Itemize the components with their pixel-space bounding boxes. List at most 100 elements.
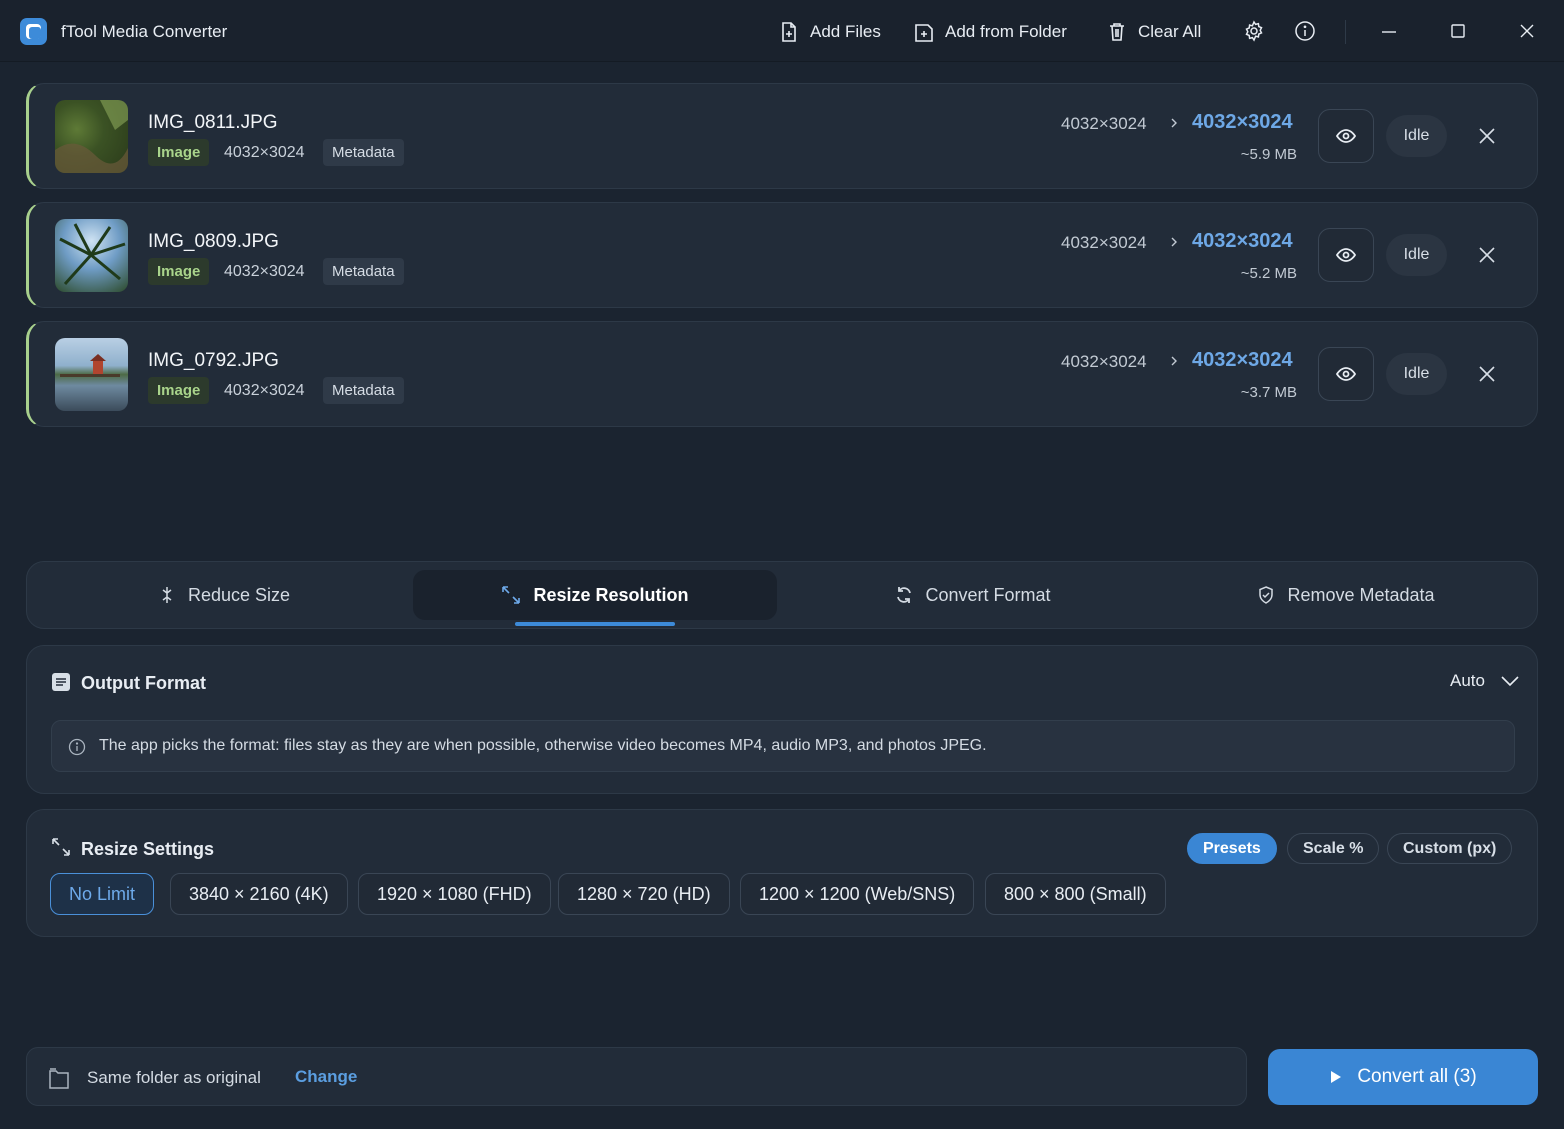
target-resolution: 4032×3024 [1192,349,1293,371]
file-row[interactable]: IMG_0809.JPG Image 4032×3024 Metadata 40… [26,202,1538,308]
preview-button[interactable] [1318,228,1374,282]
tab-resize-resolution[interactable]: Resize Resolution [413,570,777,620]
compress-icon [162,587,172,603]
minimize-icon[interactable] [1379,21,1399,41]
estimated-size: ~3.7 MB [1240,384,1297,401]
file-dimensions: 4032×3024 [224,382,305,399]
close-icon[interactable] [1476,363,1498,385]
status-badge[interactable]: Idle [1386,234,1447,276]
target-resolution: 4032×3024 [1192,111,1293,133]
eye-icon [1335,129,1357,143]
scale-mode-button[interactable]: Scale % [1287,833,1380,864]
change-folder-link[interactable]: Change [295,1067,357,1087]
maximize-icon[interactable] [1448,21,1468,41]
status-badge[interactable]: Idle [1386,115,1447,157]
eye-icon [1335,248,1357,262]
original-resolution: 4032×3024 [1061,352,1147,371]
resize-settings-panel: Resize Settings Presets Scale % Custom (… [26,809,1538,937]
file-dimensions: 4032×3024 [224,144,305,161]
preset-small[interactable]: 800 × 800 (Small) [985,873,1166,915]
file-row[interactable]: IMG_0792.JPG Image 4032×3024 Metadata 40… [26,321,1538,427]
custom-mode-button[interactable]: Custom (px) [1387,833,1513,864]
chevron-down-icon [1501,676,1519,687]
chevron-right-icon [1171,356,1177,366]
chevron-right-icon [1171,237,1177,247]
tab-label: Convert Format [925,584,1051,605]
info-icon [68,738,86,756]
file-dimensions: 4032×3024 [224,263,305,280]
active-tab-indicator [515,622,675,626]
refresh-icon [897,587,912,603]
expand-arrows-icon [502,586,521,604]
chevron-right-icon [1171,118,1177,128]
clear-all-button[interactable]: Clear All [1106,20,1201,44]
preset-web-sns[interactable]: 1200 × 1200 (Web/SNS) [740,873,975,915]
original-resolution: 4032×3024 [1061,114,1147,133]
shield-icon [1259,586,1274,604]
app-title: fTool Media Converter [61,22,228,41]
output-format-value: Auto [1450,671,1485,690]
expand-arrows-icon [52,838,70,856]
file-type-badge: Image [148,258,210,285]
thumbnail-image [55,338,128,411]
preset-fhd[interactable]: 1920 × 1080 (FHD) [358,873,551,915]
file-type-badge: Image [148,139,210,166]
resize-settings-title: Resize Settings [81,839,215,859]
thumbnail-image [55,219,128,292]
info-icon[interactable] [1294,20,1316,42]
folder-plus-icon [915,24,933,42]
file-name: IMG_0809.JPG [148,231,279,252]
convert-all-label: Convert all (3) [1357,1066,1477,1087]
preset-4k[interactable]: 3840 × 2160 (4K) [170,873,348,915]
metadata-badge: Metadata [323,377,404,404]
convert-all-button[interactable]: Convert all (3) [1268,1049,1538,1105]
preset-no-limit[interactable]: No Limit [50,873,155,915]
preview-button[interactable] [1318,347,1374,401]
gear-icon[interactable] [1243,20,1265,42]
folder-icon [49,1068,69,1089]
close-icon[interactable] [1476,125,1498,147]
tab-reduce-size[interactable]: Reduce Size [35,570,413,620]
file-name: IMG_0792.JPG [148,350,279,371]
close-icon[interactable] [1476,244,1498,266]
output-folder-label: Same folder as original [87,1068,261,1087]
output-format-dropdown[interactable]: Auto [1450,670,1521,692]
add-from-folder-button[interactable]: Add from Folder [913,20,1067,44]
file-row[interactable]: IMG_0811.JPG Image 4032×3024 Metadata 40… [26,83,1538,189]
info-text: The app picks the format: files stay as … [99,737,987,754]
estimated-size: ~5.2 MB [1240,265,1297,282]
clear-all-label: Clear All [1138,22,1202,41]
eye-icon [1335,367,1357,381]
preset-hd[interactable]: 1280 × 720 (HD) [558,873,730,915]
status-badge[interactable]: Idle [1386,353,1447,395]
tab-convert-format[interactable]: Convert Format [785,570,1161,620]
add-from-folder-label: Add from Folder [945,22,1067,41]
metadata-badge: Metadata [323,139,404,166]
play-icon [1331,1071,1342,1083]
tab-label: Resize Resolution [533,584,689,605]
estimated-size: ~5.9 MB [1240,146,1297,163]
output-location-bar: Same folder as original Change [26,1047,1247,1106]
toolbar-divider [1345,20,1346,44]
app-logo-icon [20,18,47,45]
add-files-button[interactable]: Add Files [778,20,881,44]
output-format-title: Output Format [81,673,206,693]
close-window-icon[interactable] [1517,21,1537,41]
file-plus-icon [782,22,796,42]
tab-remove-metadata[interactable]: Remove Metadata [1161,570,1531,620]
tab-label: Reduce Size [187,584,291,605]
preview-button[interactable] [1318,109,1374,163]
trash-icon [1110,23,1124,41]
presets-mode-button[interactable]: Presets [1187,833,1277,864]
original-resolution: 4032×3024 [1061,233,1147,252]
document-icon [52,673,70,691]
file-type-badge: Image [148,377,210,404]
info-box: The app picks the format: files stay as … [51,720,1515,772]
target-resolution: 4032×3024 [1192,230,1293,252]
file-name: IMG_0811.JPG [148,112,278,133]
add-files-label: Add Files [810,22,881,41]
title-bar: fTool Media Converter Add Files Add from… [0,0,1564,62]
output-format-panel: Output Format Auto The app picks the for… [26,645,1538,794]
thumbnail-image [55,100,128,173]
operation-tabs: Reduce Size Resize Resolution Convert Fo… [26,561,1538,629]
